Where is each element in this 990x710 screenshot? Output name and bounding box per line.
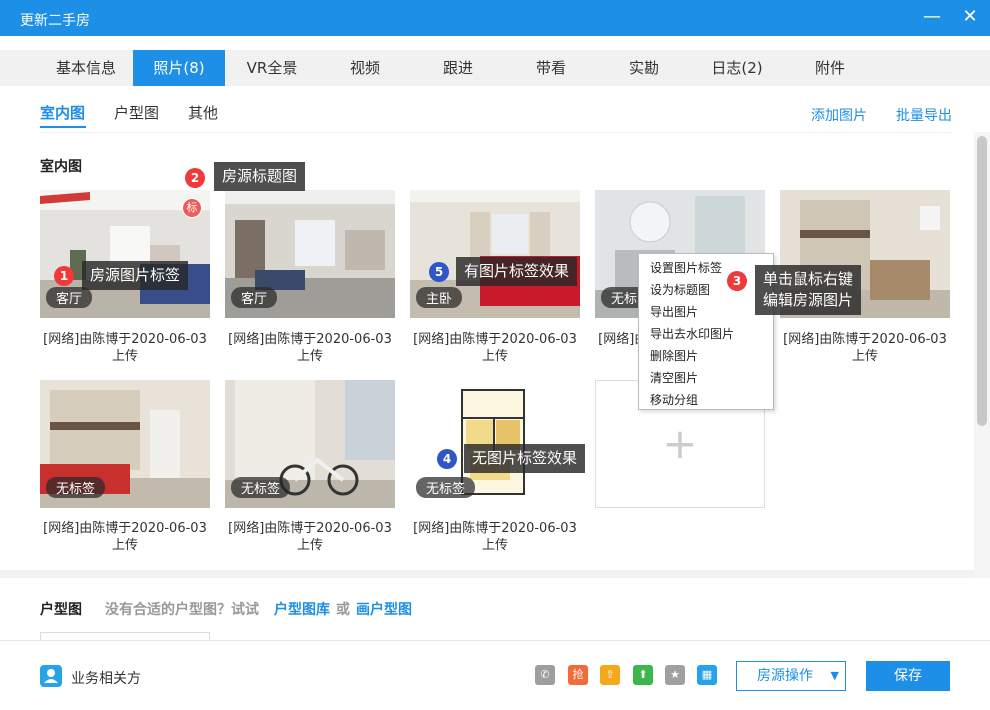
subtab-other[interactable]: 其他 <box>188 102 218 123</box>
draw-floorplan-link[interactable]: 画户型图 <box>356 599 412 619</box>
photo-card[interactable]: 客厅 <box>225 190 395 318</box>
tab-photos[interactable]: 照片(8) <box>133 50 225 86</box>
callout-number: 1 <box>54 266 74 286</box>
callout-number: 3 <box>727 271 747 291</box>
photo-card[interactable]: 无标签 <box>40 380 210 508</box>
minimize-button[interactable]: — <box>920 6 944 30</box>
subtab-indoor[interactable]: 室内图 <box>40 102 85 123</box>
floorplan-hint: 没有合适的户型图？试试 <box>105 602 259 618</box>
window-title: 更新二手房 <box>20 13 90 29</box>
title-bar: 更新二手房 — ✕ <box>0 0 990 36</box>
star-icon[interactable]: ★ <box>665 665 685 685</box>
tab-video[interactable]: 视频 <box>319 50 411 86</box>
callout-line: 单击鼠标右键 <box>763 270 854 288</box>
context-menu: 设置图片标签 设为标题图 导出图片 导出去水印图片 删除图片 清空图片 移动分组 <box>638 253 774 410</box>
title-image-badge: 标 <box>182 198 202 218</box>
scrollbar-thumb[interactable] <box>977 136 987 426</box>
callout-tag-effect: 有图片标签效果 <box>456 257 578 286</box>
callout-number: 4 <box>437 449 457 469</box>
photo-caption: [网络]由陈博于2020-06-03上传 <box>413 521 577 553</box>
photo-tag: 无标签 <box>416 477 476 498</box>
phone-icon[interactable]: ✆ <box>535 665 555 685</box>
photo-caption: [网络]由陈博于2020-06-03上传 <box>413 332 577 364</box>
callout-number: 2 <box>185 168 205 188</box>
tab-showing[interactable]: 带看 <box>505 50 597 86</box>
photo-tag: 客厅 <box>231 287 278 308</box>
listing-ops-dropdown[interactable]: 房源操作 ▼ <box>736 661 846 691</box>
callout-title-image: 房源标题图 <box>214 162 306 191</box>
photo-caption: [网络]由陈博于2020-06-03上传 <box>228 521 392 553</box>
callout-line: 编辑房源图片 <box>763 291 854 309</box>
close-button[interactable]: ✕ <box>958 6 982 30</box>
subtab-floorplan[interactable]: 户型图 <box>114 102 159 123</box>
tab-attachments[interactable]: 附件 <box>784 50 876 86</box>
callout-image-tag: 房源图片标签 <box>82 261 189 290</box>
photo-card[interactable]: 标 客厅 <box>40 190 210 318</box>
up-icon[interactable]: ⬆ <box>633 665 653 685</box>
related-parties-label[interactable]: 业务相关方 <box>71 668 141 688</box>
menu-item-delete[interactable]: 删除图片 <box>650 347 698 364</box>
menu-item-set-tag[interactable]: 设置图片标签 <box>650 259 722 276</box>
section-title-indoor: 室内图 <box>40 159 82 175</box>
floorplan-or: 或 <box>336 602 350 618</box>
tab-follow-up[interactable]: 跟进 <box>412 50 504 86</box>
menu-item-export[interactable]: 导出图片 <box>650 303 698 320</box>
add-image-link[interactable]: 添加图片 <box>811 105 867 125</box>
section-gap <box>0 570 974 578</box>
photo-tag: 客厅 <box>46 287 93 308</box>
active-subtab-underline <box>40 126 86 128</box>
floorplan-library-link[interactable]: 户型图库 <box>274 599 330 619</box>
tab-vr[interactable]: VR全景 <box>226 50 318 86</box>
photo-caption: [网络]由陈博于2020-06-03上传 <box>228 332 392 364</box>
main-tabs: 基本信息 照片(8) VR全景 视频 跟进 带看 实勘 日志(2) 附件 <box>0 50 990 86</box>
grab-icon[interactable]: 抢 <box>568 665 588 685</box>
photo-card[interactable]: 无标签 <box>225 380 395 508</box>
photo-tag: 无标签 <box>231 477 291 498</box>
calculator-icon[interactable]: ▦ <box>697 665 717 685</box>
save-button[interactable]: 保存 <box>866 661 950 691</box>
menu-item-clear[interactable]: 清空图片 <box>650 369 698 386</box>
menu-item-set-title-image[interactable]: 设为标题图 <box>650 281 710 298</box>
callout-right-click: 单击鼠标右键 编辑房源图片 <box>755 265 862 315</box>
photo-caption: [网络]由陈博于2020-06-03上传 <box>783 332 947 364</box>
menu-item-export-no-watermark[interactable]: 导出去水印图片 <box>650 325 734 342</box>
user-icon <box>40 665 62 687</box>
caret-down-icon: ▼ <box>830 669 839 682</box>
menu-item-move-group[interactable]: 移动分组 <box>650 391 698 408</box>
batch-export-link[interactable]: 批量导出 <box>896 105 952 125</box>
photo-tag: 主卧 <box>416 287 463 308</box>
photo-card[interactable]: 主卧 <box>410 190 580 318</box>
listing-ops-label: 房源操作 <box>757 668 813 684</box>
callout-no-tag-effect: 无图片标签效果 <box>464 444 586 473</box>
callout-number: 5 <box>429 262 449 282</box>
tab-survey[interactable]: 实勘 <box>598 50 690 86</box>
footer-bar: 业务相关方 ✆ 抢 ⇧ ⬆ ★ ▦ 房源操作 ▼ 保存 <box>0 640 990 710</box>
divider <box>40 132 952 133</box>
section-title-floorplan: 户型图 <box>40 602 82 618</box>
photo-tag: 无标签 <box>46 477 106 498</box>
photo-caption: [网络]由陈博于2020-06-03上传 <box>43 332 207 364</box>
plus-icon: + <box>662 419 698 468</box>
tab-basic-info[interactable]: 基本信息 <box>40 50 132 86</box>
tab-log[interactable]: 日志(2) <box>691 50 783 86</box>
top-icon[interactable]: ⇧ <box>600 665 620 685</box>
photo-caption: [网络]由陈博于2020-06-03上传 <box>43 521 207 553</box>
